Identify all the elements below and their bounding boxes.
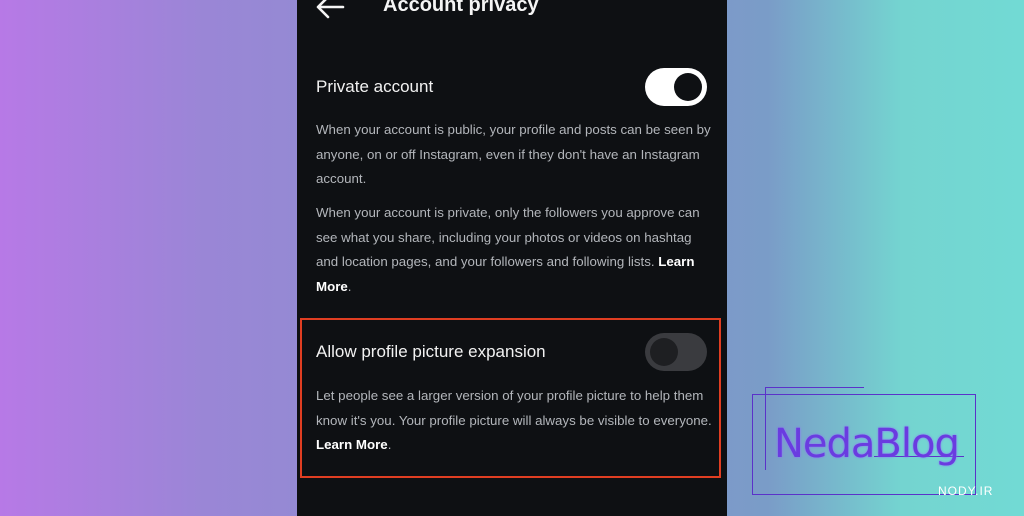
watermark-logo: NedaBlog xyxy=(774,421,960,467)
private-account-toggle[interactable] xyxy=(645,68,707,106)
toggle-knob xyxy=(674,73,702,101)
top-bar: Account privacy xyxy=(297,0,727,22)
watermark-site: NODY.IR xyxy=(938,484,994,498)
private-account-label: Private account xyxy=(316,77,434,96)
private-account-description: When your account is private, only the f… xyxy=(316,201,716,299)
highlight-box xyxy=(300,318,721,478)
private-description-text: When your account is private, only the f… xyxy=(316,205,700,269)
back-arrow-icon[interactable] xyxy=(315,0,345,20)
punctuation: . xyxy=(347,278,352,294)
page-title: Account privacy xyxy=(383,0,539,16)
public-account-description: When your account is public, your profil… xyxy=(316,122,711,186)
